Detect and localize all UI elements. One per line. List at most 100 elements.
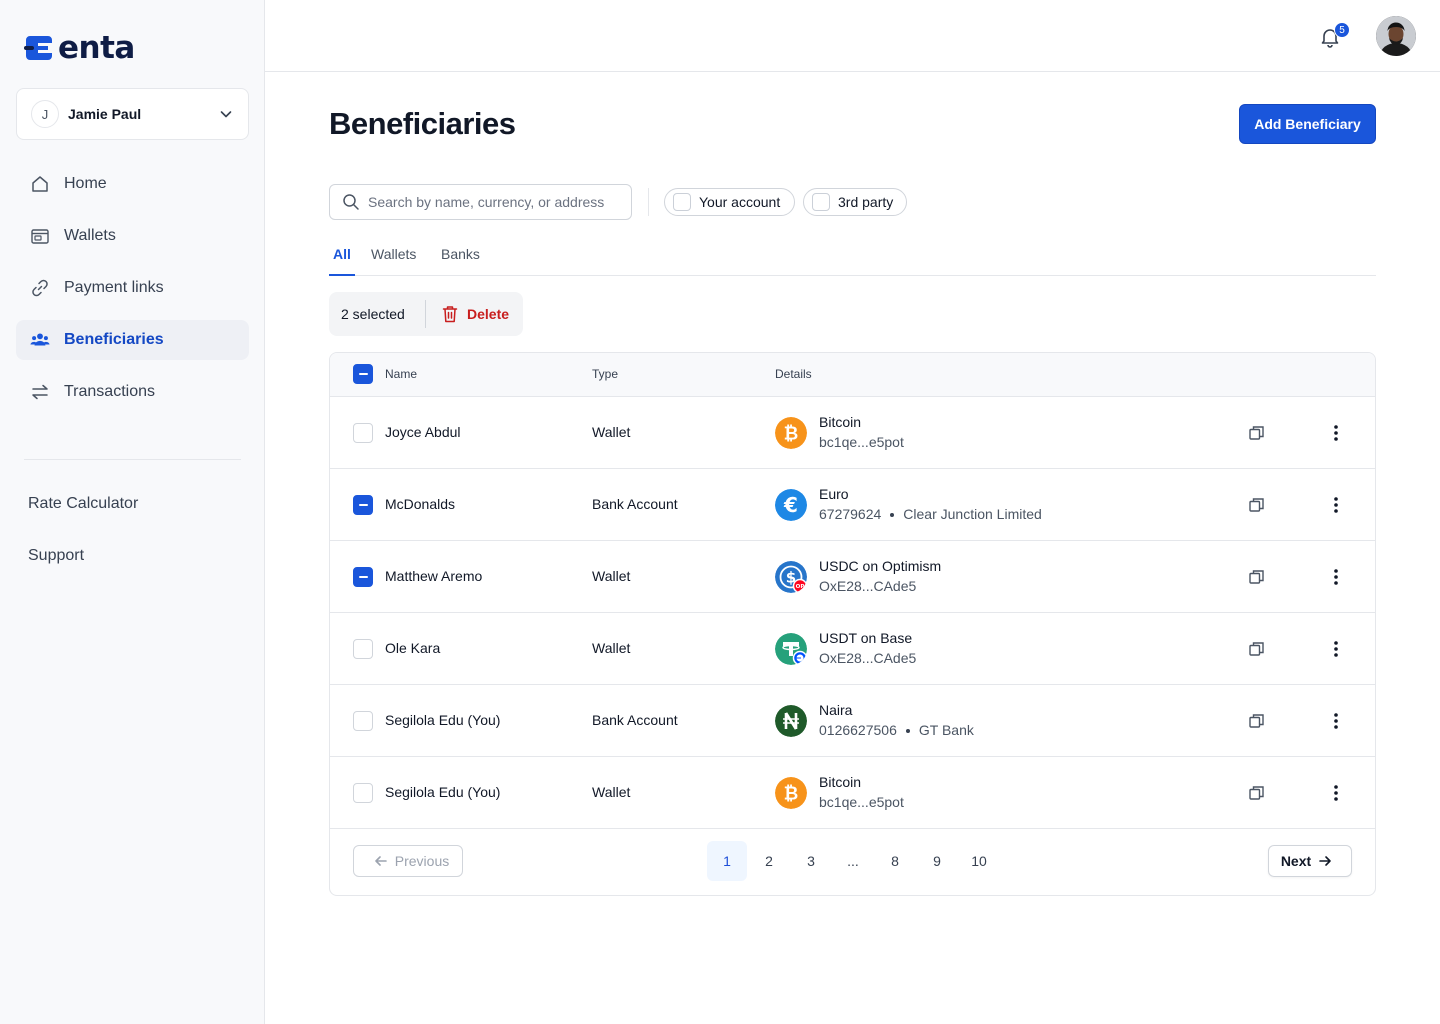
- nav-item-transactions[interactable]: Transactions: [16, 372, 249, 412]
- account-name: Jamie Paul: [68, 106, 142, 122]
- bitcoin-icon: ₿: [775, 777, 807, 809]
- table-row[interactable]: Ole Kara Wallet USDT on Base OxE28...CAd…: [330, 613, 1375, 685]
- brand-logo-mark: [24, 32, 54, 64]
- your-account-filter[interactable]: Your account: [664, 188, 795, 216]
- your-account-checkbox[interactable]: [673, 193, 691, 211]
- brand-logo[interactable]: enta: [24, 32, 135, 64]
- beneficiary-name: Matthew Aremo: [385, 568, 483, 584]
- usdt-icon: [775, 633, 807, 665]
- beneficiary-name: McDonalds: [385, 496, 456, 512]
- copy-icon[interactable]: [1247, 639, 1267, 659]
- beneficiary-name: Segilola Edu (You): [385, 712, 501, 728]
- search-input[interactable]: [368, 194, 618, 210]
- row-checkbox[interactable]: [353, 423, 373, 443]
- currency-name: USDT on Base: [819, 630, 913, 646]
- tab-all[interactable]: All: [329, 240, 355, 276]
- page-button[interactable]: 1: [707, 841, 747, 881]
- nav-item-home[interactable]: Home: [16, 164, 249, 204]
- filter-divider: [648, 188, 649, 216]
- account-detail: OxE28...CAde5: [819, 650, 916, 666]
- page-button[interactable]: 2: [749, 841, 789, 881]
- svg-text:€: €: [783, 493, 798, 517]
- page-button[interactable]: 9: [917, 841, 957, 881]
- column-header-type[interactable]: Type: [592, 367, 618, 381]
- beneficiary-type: Bank Account: [592, 496, 678, 512]
- more-options-icon[interactable]: [1326, 495, 1346, 515]
- notification-badge: 5: [1334, 22, 1350, 38]
- row-checkbox[interactable]: [353, 783, 373, 803]
- brand-name: enta: [58, 30, 135, 66]
- more-options-icon[interactable]: [1326, 711, 1346, 731]
- account-number: 0126627506: [819, 722, 897, 738]
- row-checkbox[interactable]: [353, 711, 373, 731]
- account-detail: bc1qe...e5pot: [819, 434, 904, 450]
- next-button[interactable]: Next: [1268, 845, 1352, 877]
- selected-count: 2 selected: [341, 306, 405, 322]
- user-avatar[interactable]: [1376, 16, 1416, 56]
- nav-label-home: Home: [64, 175, 107, 192]
- table-row[interactable]: Segilola Edu (You) Wallet ₿ Bitcoin bc1q…: [330, 757, 1375, 829]
- column-header-name[interactable]: Name: [385, 367, 417, 381]
- beneficiary-type: Wallet: [592, 640, 631, 656]
- add-beneficiary-button[interactable]: Add Beneficiary: [1239, 104, 1376, 144]
- currency-name: Euro: [819, 486, 849, 502]
- arrows-swap-icon: [30, 382, 50, 402]
- nav-item-beneficiaries[interactable]: Beneficiaries: [16, 320, 249, 360]
- table-row[interactable]: Matthew Aremo Wallet $ OP USDC on Optimis…: [330, 541, 1375, 613]
- tab-wallets[interactable]: Wallets: [371, 240, 416, 276]
- column-header-details[interactable]: Details: [775, 367, 812, 381]
- tab-banks[interactable]: Banks: [441, 240, 480, 276]
- row-checkbox[interactable]: [353, 495, 373, 515]
- more-options-icon[interactable]: [1326, 567, 1346, 587]
- account-number: bc1qe...e5pot: [819, 434, 904, 450]
- users-icon: [30, 330, 50, 350]
- sidebar: enta J Jamie Paul Home Wallets Payment l…: [0, 0, 265, 1024]
- select-all-checkbox[interactable]: [353, 364, 373, 384]
- beneficiary-type: Wallet: [592, 784, 631, 800]
- page-button[interactable]: 8: [875, 841, 915, 881]
- copy-icon[interactable]: [1247, 567, 1267, 587]
- arrow-right-icon: [1319, 856, 1331, 866]
- table-header: Name Type Details: [330, 353, 1375, 397]
- page-button[interactable]: 3: [791, 841, 831, 881]
- svg-text:OP: OP: [796, 584, 805, 590]
- beneficiaries-table: Name Type Details Joyce Abdul Wallet ₿ B…: [329, 352, 1376, 896]
- copy-icon[interactable]: [1247, 783, 1267, 803]
- delete-button[interactable]: Delete: [426, 305, 509, 323]
- nav-item-wallets[interactable]: Wallets: [16, 216, 249, 256]
- bitcoin-icon: ₿: [775, 417, 807, 449]
- rate-calculator-link[interactable]: Rate Calculator: [28, 486, 138, 522]
- more-options-icon[interactable]: [1326, 783, 1346, 803]
- row-checkbox[interactable]: [353, 639, 373, 659]
- table-row[interactable]: McDonalds Bank Account € Euro 67279624 Cl…: [330, 469, 1375, 541]
- more-options-icon[interactable]: [1326, 423, 1346, 443]
- home-icon: [30, 174, 50, 194]
- search-box[interactable]: [329, 184, 632, 220]
- svg-text:₿: ₿: [784, 424, 799, 445]
- wallet-icon: [30, 226, 50, 246]
- support-link[interactable]: Support: [28, 538, 138, 574]
- copy-icon[interactable]: [1247, 495, 1267, 515]
- search-icon: [343, 194, 359, 210]
- previous-button[interactable]: Previous: [353, 845, 463, 877]
- nav-label-transactions: Transactions: [64, 383, 155, 400]
- delete-label: Delete: [467, 306, 510, 322]
- more-options-icon[interactable]: [1326, 639, 1346, 659]
- page-title: Beneficiaries: [329, 106, 516, 141]
- third-party-filter[interactable]: 3rd party: [803, 188, 907, 216]
- row-checkbox[interactable]: [353, 567, 373, 587]
- account-avatar: J: [31, 100, 59, 128]
- nav-item-payment-links[interactable]: Payment links: [16, 268, 249, 308]
- arrow-left-icon: [374, 856, 387, 866]
- copy-icon[interactable]: [1247, 711, 1267, 731]
- top-bar: 5: [265, 0, 1440, 72]
- page-button[interactable]: 10: [959, 841, 999, 881]
- copy-icon[interactable]: [1247, 423, 1267, 443]
- account-switcher[interactable]: J Jamie Paul: [16, 88, 249, 140]
- beneficiary-name: Segilola Edu (You): [385, 784, 501, 800]
- table-row[interactable]: Segilola Edu (You) Bank Account Naira 01…: [330, 685, 1375, 757]
- table-row[interactable]: Joyce Abdul Wallet ₿ Bitcoin bc1qe...e5p…: [330, 397, 1375, 469]
- third-party-checkbox[interactable]: [812, 193, 830, 211]
- your-account-label: Your account: [699, 194, 781, 210]
- wallet-address: OxE28...CAde5: [819, 578, 917, 594]
